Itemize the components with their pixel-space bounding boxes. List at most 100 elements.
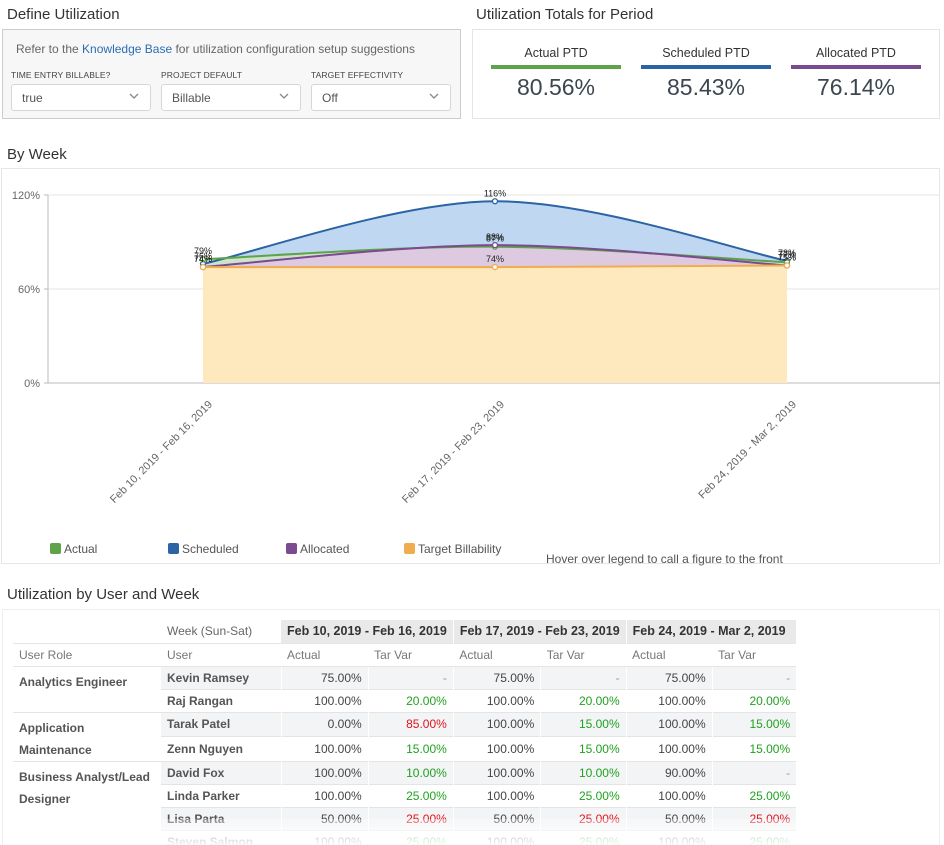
user-role-cell: Business Analyst/Lead Designer <box>13 760 161 845</box>
actual-cell: 100.00% <box>280 783 369 807</box>
by-week-chart-svg: 0%60%120%76%116%78%79%87%77%74%88%75%74%… <box>12 188 940 506</box>
actual-cell: 100.00% <box>625 688 713 712</box>
select-value: Off <box>322 91 338 105</box>
actual-cell: 100.00% <box>452 783 541 807</box>
week-header: Feb 10, 2019 - Feb 16, 2019 <box>281 620 454 643</box>
data-label: 74% <box>194 254 212 264</box>
col-actual: Actual <box>626 642 713 666</box>
target-variance-cell: 15.00% <box>711 736 797 761</box>
user-name-cell: Lisa Parta <box>161 806 281 830</box>
select-value: Billable <box>172 91 211 105</box>
target-effectivity-select[interactable]: Off <box>311 84 451 111</box>
actual-cell: 100.00% <box>625 711 713 737</box>
actual-cell: 50.00% <box>625 806 713 830</box>
empty-header <box>13 620 161 643</box>
actual-cell: 100.00% <box>452 711 541 737</box>
target-variance-cell: - <box>540 665 627 689</box>
scheduled-ptd-kpi: Scheduled PTD 85.43% <box>641 46 771 101</box>
by-week-title: By Week <box>7 146 67 163</box>
legend-item-scheduled[interactable]: Scheduled <box>168 542 239 556</box>
time-entry-billable-select[interactable]: true <box>11 84 151 111</box>
note-suffix: for utilization configuration setup sugg… <box>172 42 415 56</box>
data-point <box>491 263 499 271</box>
actual-cell: 90.00% <box>625 760 713 784</box>
define-utilization-panel: Refer to the Knowledge Base for utilizat… <box>2 29 461 119</box>
data-label: 75% <box>778 253 796 263</box>
x-tick-label: Feb 10, 2019 - Feb 16, 2019 <box>108 399 215 506</box>
project-default-field: PROJECT DEFAULT Billable <box>161 70 301 111</box>
kpi-label: Actual PTD <box>524 46 588 60</box>
actual-cell: 75.00% <box>452 665 541 689</box>
select-value: true <box>22 91 43 105</box>
legend-label: Scheduled <box>182 542 239 556</box>
actual-cell: 100.00% <box>280 760 369 784</box>
x-tick-label: Feb 24, 2019 - Mar 2, 2019 <box>696 399 799 502</box>
utilization-table: Week (Sun-Sat) Feb 10, 2019 - Feb 16, 20… <box>13 620 797 845</box>
kpi-value: 76.14% <box>816 74 895 100</box>
target-variance-cell: 10.00% <box>540 760 627 784</box>
table-row: Application Maintenance Tarak Patel 0.00% 8… <box>13 711 797 761</box>
x-tick-label: Feb 17, 2019 - Feb 23, 2019 <box>400 399 507 506</box>
table-row: Analytics Engineer Kevin Ramsey 75.00% -75.… <box>13 665 797 712</box>
field-label: TARGET EFFECTIVITY <box>311 70 404 80</box>
actual-cell: 50.00% <box>452 806 541 830</box>
legend-item-actual[interactable]: Actual <box>50 542 97 556</box>
col-tar-var: Tar Var <box>712 642 797 666</box>
target-variance-cell: 25.00% <box>367 783 454 807</box>
target-variance-cell: 25.00% <box>540 829 627 845</box>
y-tick-label: 60% <box>18 284 40 296</box>
legend-swatch <box>286 543 297 554</box>
data-label: 88% <box>486 232 504 242</box>
actual-cell: 75.00% <box>625 665 713 689</box>
col-tar-var: Tar Var <box>540 642 627 666</box>
week-header-row: Week (Sun-Sat) Feb 10, 2019 - Feb 16, 20… <box>13 620 797 643</box>
y-tick-label: 120% <box>12 190 40 202</box>
data-label: 116% <box>484 188 506 198</box>
target-variance-cell: - <box>367 665 454 689</box>
legend-swatch <box>50 543 61 554</box>
legend-item-allocated[interactable]: Allocated <box>286 542 349 556</box>
target-variance-cell: 25.00% <box>540 783 627 807</box>
col-actual: Actual <box>453 642 541 666</box>
user-name-cell: Tarak Patel <box>161 711 281 737</box>
data-label: 74% <box>486 254 504 264</box>
kpi-label: Scheduled PTD <box>662 46 750 60</box>
actual-cell: 0.00% <box>280 711 369 737</box>
target-variance-cell: 20.00% <box>367 688 454 712</box>
legend-hint: Hover over legend to call a figure to th… <box>546 552 783 566</box>
col-user-role: User Role <box>13 642 161 666</box>
actual-cell: 100.00% <box>625 736 713 761</box>
column-header-row: User Role User Actual Tar Var Actual Tar… <box>13 642 797 666</box>
target-variance-cell: 20.00% <box>540 688 627 712</box>
target-variance-cell: 25.00% <box>540 806 627 830</box>
knowledge-base-link[interactable]: Knowledge Base <box>82 42 172 56</box>
legend-swatch <box>168 543 179 554</box>
target-variance-cell: 20.00% <box>711 688 797 712</box>
area-target-billability <box>203 265 787 383</box>
target-variance-cell: 25.00% <box>367 829 454 845</box>
user-role-cell: Analytics Engineer <box>13 665 161 712</box>
target-variance-cell: - <box>711 760 797 784</box>
legend-item-target-billability[interactable]: Target Billability <box>404 542 501 556</box>
utilization-table-title: Utilization by User and Week <box>7 586 200 603</box>
legend-label: Allocated <box>300 542 350 556</box>
target-variance-cell: 15.00% <box>540 711 627 737</box>
user-name-cell: Zenn Nguyen <box>161 736 281 761</box>
allocated-ptd-kpi: Allocated PTD 76.14% <box>791 46 921 101</box>
chevron-down-icon <box>279 93 289 99</box>
col-user: User <box>161 642 281 666</box>
by-week-chart: 0% 60% 120% 76% 116% 78% 79% 87% 77% 74% 88% 75% 74%… <box>1 168 940 566</box>
actual-cell: 100.00% <box>280 829 369 845</box>
data-point <box>491 198 499 205</box>
project-default-select[interactable]: Billable <box>161 84 301 111</box>
field-label: TIME ENTRY BILLABLE? <box>11 70 111 80</box>
chevron-down-icon <box>429 93 439 99</box>
week-header: Feb 17, 2019 - Feb 23, 2019 <box>453 620 627 643</box>
legend-swatch <box>404 543 415 554</box>
kpi-value: 85.43% <box>666 74 745 100</box>
col-actual: Actual <box>281 642 369 666</box>
kpi-value: 80.56% <box>516 74 595 100</box>
utilization-table-panel: Week (Sun-Sat) Feb 10, 2019 - Feb 16, 20… <box>2 609 940 845</box>
kpi-color-bar <box>641 65 771 69</box>
target-variance-cell: 10.00% <box>367 760 454 784</box>
